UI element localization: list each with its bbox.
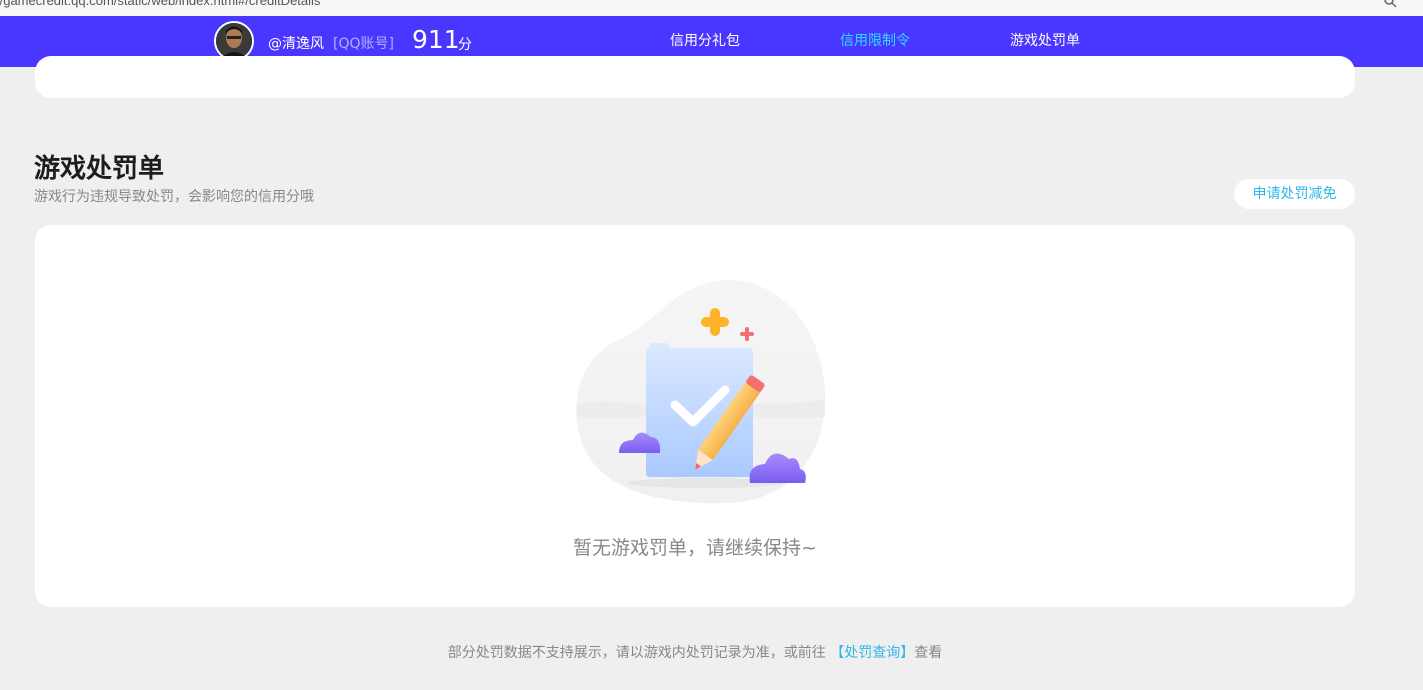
previous-section-card (35, 56, 1355, 98)
url-text: //gamecredit.qq.com/static/web/index.htm… (0, 0, 321, 8)
footer-text: 部分处罚数据不支持展示，请以游戏内处罚记录为准，或前往 (447, 645, 826, 661)
empty-state-illustration (576, 279, 825, 504)
browser-address-bar[interactable]: //gamecredit.qq.com/static/web/index.htm… (0, 0, 1423, 16)
username: @清逸风 (268, 36, 324, 52)
section-title: 游戏处罚单 (34, 154, 165, 184)
empty-state-message: 暂无游戏罚单，请继续保持~ (573, 537, 817, 559)
account-type-label: [QQ账号] (333, 36, 394, 52)
section-subtitle: 游戏行为违规导致处罚，会影响您的信用分哦 (34, 189, 314, 205)
footer-note: 部分处罚数据不支持展示，请以游戏内处罚记录为准，或前往 【处罚查询】查看 (0, 642, 1390, 662)
penalty-query-link[interactable]: 【处罚查询】 (830, 645, 914, 661)
apply-penalty-reduction-button[interactable]: 申请处罚减免 (1234, 179, 1355, 209)
user-avatar[interactable] (214, 21, 254, 61)
credit-score-value: 911 (412, 25, 460, 54)
zoom-icon[interactable] (1383, 0, 1397, 8)
footer-suffix: 查看 (914, 645, 943, 661)
credit-score-unit: 分 (458, 37, 472, 53)
